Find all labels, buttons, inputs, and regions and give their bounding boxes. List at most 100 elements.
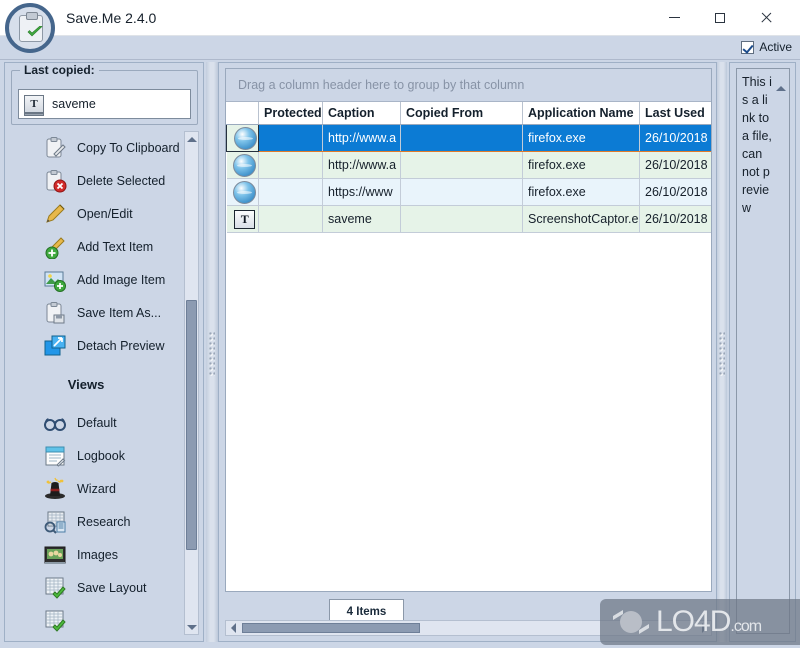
scroll-left-button[interactable] — [226, 621, 240, 635]
sidebar-action-label: Add Image Item — [77, 272, 166, 287]
horizontal-scroll-thumb[interactable] — [242, 623, 420, 633]
cell-copied-from — [400, 151, 523, 179]
sidebar-action-label: Save Item As... — [77, 305, 162, 320]
sidebar-view-save-layout[interactable]: Save Layout — [11, 571, 181, 604]
sidebar-view-research[interactable]: Research — [11, 505, 181, 538]
sidebar-action-add-text-item[interactable]: Add Text Item — [11, 230, 181, 263]
sidebar-action-delete-selected[interactable]: Delete Selected — [11, 164, 181, 197]
watermark-brand: LO4D — [656, 605, 731, 638]
grid-column-header-application-name[interactable]: Application Name — [522, 102, 640, 125]
window-title: Save.Me 2.4.0 — [66, 10, 157, 26]
watermark-text: LO4D.com — [656, 605, 762, 638]
cell-caption: http://www.a — [322, 151, 401, 179]
maximize-icon — [715, 12, 725, 23]
row-type-cell — [226, 124, 259, 152]
grid-check-icon — [43, 609, 67, 633]
grid-column-header-row-indicator[interactable] — [226, 102, 259, 125]
sidebar-action-open-edit[interactable]: Open/Edit — [11, 197, 181, 230]
sidebar-view-default[interactable]: Default — [11, 406, 181, 439]
magician-hat-icon — [43, 477, 67, 501]
cell-protected — [258, 151, 323, 179]
chevron-up-icon — [776, 72, 786, 91]
client-area: Last copied: T saveme Copy To Clipboard D… — [0, 60, 800, 648]
sidebar-view-images[interactable]: Images — [11, 538, 181, 571]
cell-caption: http://www.a — [322, 124, 401, 152]
glasses-icon — [43, 411, 67, 435]
title-bar: Save.Me 2.4.0 — [0, 0, 800, 36]
cell-copied-from — [400, 124, 523, 152]
grid-column-header-copied-from[interactable]: Copied From — [400, 102, 523, 125]
cell-application-name: ScreenshotCaptor.e — [522, 205, 640, 233]
grid-header-row: Protected Caption Copied From Application N… — [226, 102, 711, 125]
sidebar-scrollbar[interactable] — [184, 131, 199, 635]
watermark-suffix: .com — [730, 618, 762, 635]
sidebar-view-wizard[interactable]: Wizard — [11, 472, 181, 505]
globe-icon — [233, 153, 257, 177]
right-preview-panel: This is a link to a file, can not previe… — [729, 62, 796, 642]
grid-column-header-caption[interactable]: Caption — [322, 102, 401, 125]
refresh-logo-icon — [613, 610, 649, 634]
minimize-button[interactable] — [651, 0, 697, 35]
check-icon — [27, 26, 43, 37]
sidebar-action-label: Detach Preview — [77, 338, 165, 353]
last-copied-title: Last copied: — [20, 63, 99, 77]
left-splitter[interactable] — [206, 62, 218, 642]
last-copied-value: saveme — [52, 97, 96, 111]
preview-scroll-up-button[interactable] — [776, 72, 786, 91]
row-type-cell — [226, 151, 259, 179]
grid-table: Protected Caption Copied From Application N… — [226, 102, 711, 233]
grid-column-header-protected[interactable]: Protected — [258, 102, 323, 125]
sidebar-scroll-area: Copy To Clipboard Delete Selected Open/Edi… — [11, 131, 198, 635]
app-logo — [5, 3, 55, 53]
pencil-add-icon — [43, 235, 67, 259]
group-by-panel[interactable]: Drag a column header here to group by th… — [226, 69, 711, 102]
application-window: Save.Me 2.4.0 Active Last copied: T save… — [0, 0, 800, 648]
main-panel: Drag a column header here to group by th… — [218, 62, 717, 642]
splitter-grip — [209, 332, 215, 376]
sidebar-action-label: Open/Edit — [77, 206, 133, 221]
cell-copied-from — [400, 178, 523, 206]
delete-clipboard-icon — [43, 169, 67, 193]
watermark: LO4D.com — [600, 599, 800, 645]
chevron-left-icon — [230, 623, 236, 633]
minimize-icon — [668, 17, 680, 18]
scroll-up-button[interactable] — [185, 132, 198, 146]
sidebar-action-detach-preview[interactable]: Detach Preview — [11, 329, 181, 362]
cell-application-name: firefox.exe — [522, 124, 640, 152]
cell-copied-from — [400, 205, 523, 233]
copy-clipboard-icon — [43, 136, 67, 160]
cell-application-name: firefox.exe — [522, 151, 640, 179]
preview-scrollbar[interactable] — [775, 70, 788, 633]
sidebar-action-copy-to-clipboard[interactable]: Copy To Clipboard — [11, 131, 181, 164]
sidebar-view-label: Save Layout — [77, 580, 147, 595]
chevron-down-icon — [186, 624, 197, 630]
chevron-up-icon — [186, 136, 197, 142]
sidebar-scroll-thumb[interactable] — [186, 300, 197, 550]
grid-row[interactable]: https://www firefox.exe 26/10/2018 1 — [226, 178, 711, 206]
active-label: Active — [759, 40, 792, 54]
active-checkbox[interactable]: Active — [741, 40, 792, 54]
sidebar-command-list: Copy To Clipboard Delete Selected Open/Edi… — [11, 131, 181, 635]
grid-body: http://www.a firefox.exe 26/10/2018 1 http:… — [226, 124, 711, 233]
grid-column-header-last-used[interactable]: Last Used — [639, 102, 711, 125]
sidebar-view-partial[interactable] — [11, 604, 181, 635]
right-splitter[interactable] — [717, 62, 727, 642]
sidebar-action-save-item-as[interactable]: Save Item As... — [11, 296, 181, 329]
close-button[interactable] — [743, 0, 789, 35]
grid-row[interactable]: http://www.a firefox.exe 26/10/2018 1 — [226, 151, 711, 179]
grid-row[interactable]: Tsaveme ScreenshotCaptor.e 26/10/2018 1 — [226, 205, 711, 233]
sidebar-view-logbook[interactable]: Logbook — [11, 439, 181, 472]
maximize-button[interactable] — [697, 0, 743, 35]
sidebar-action-add-image-item[interactable]: Add Image Item — [11, 263, 181, 296]
cell-last-used: 26/10/2018 1 — [639, 151, 711, 179]
scroll-down-button[interactable] — [185, 620, 198, 634]
images-icon — [43, 543, 67, 567]
sidebar-action-label: Delete Selected — [77, 173, 166, 188]
row-type-cell — [226, 178, 259, 206]
save-clipboard-icon — [43, 301, 67, 325]
checkbox-checked-icon — [741, 40, 755, 54]
last-copied-field[interactable]: T saveme — [18, 89, 191, 119]
cell-last-used: 26/10/2018 1 — [639, 124, 711, 152]
cell-protected — [258, 178, 323, 206]
grid-row[interactable]: http://www.a firefox.exe 26/10/2018 1 — [226, 124, 711, 152]
